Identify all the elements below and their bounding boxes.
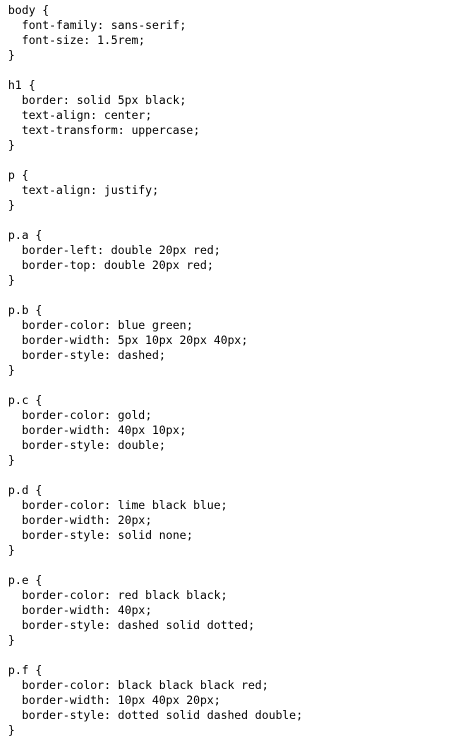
code-line: p.e { [8, 573, 43, 587]
code-line: font-family: sans-serif; [8, 18, 187, 32]
code-line: border-color: red black black; [8, 588, 228, 602]
code-line: p.f { [8, 663, 43, 677]
code-line: border-color: blue green; [8, 318, 194, 332]
code-line: text-align: justify; [8, 183, 159, 197]
code-line: } [8, 363, 15, 377]
code-view: body { font-family: sans-serif; font-siz… [0, 0, 467, 755]
code-line: border-width: 5px 10px 20px 40px; [8, 333, 249, 347]
code-line: border-style: dashed; [8, 348, 166, 362]
code-line: p.d { [8, 483, 43, 497]
code-line: } [8, 453, 15, 467]
code-line: border-width: 10px 40px 20px; [8, 693, 221, 707]
code-line: border-color: black black black red; [8, 678, 269, 692]
code-line: } [8, 48, 15, 62]
code-line: } [8, 138, 15, 152]
code-line: border-style: double; [8, 438, 166, 452]
code-line: h1 { [8, 78, 36, 92]
code-line: text-transform: uppercase; [8, 123, 201, 137]
code-line: border-left: double 20px red; [8, 243, 221, 257]
code-line: border: solid 5px black; [8, 93, 187, 107]
code-line: } [8, 273, 15, 287]
code-line: text-align: center; [8, 108, 153, 122]
code-line: border-style: dashed solid dotted; [8, 618, 255, 632]
code-line: border-style: solid none; [8, 528, 194, 542]
code-line: border-width: 40px; [8, 603, 153, 617]
code-line: p.a { [8, 228, 43, 242]
code-line: p { [8, 168, 29, 182]
code-line: body { [8, 3, 50, 17]
code-line: } [8, 198, 15, 212]
code-line: font-size: 1.5rem; [8, 33, 146, 47]
code-line: border-style: dotted solid dashed double… [8, 708, 303, 722]
css-code-block: body { font-family: sans-serif; font-siz… [0, 0, 467, 738]
code-line: p.b { [8, 303, 43, 317]
code-line: border-color: lime black blue; [8, 498, 228, 512]
code-line: border-top: double 20px red; [8, 258, 214, 272]
code-line: border-color: gold; [8, 408, 153, 422]
code-line: } [8, 543, 15, 557]
code-line: p.c { [8, 393, 43, 407]
code-line: border-width: 40px 10px; [8, 423, 187, 437]
code-line: } [8, 723, 15, 737]
code-line: } [8, 633, 15, 647]
code-line: border-width: 20px; [8, 513, 153, 527]
